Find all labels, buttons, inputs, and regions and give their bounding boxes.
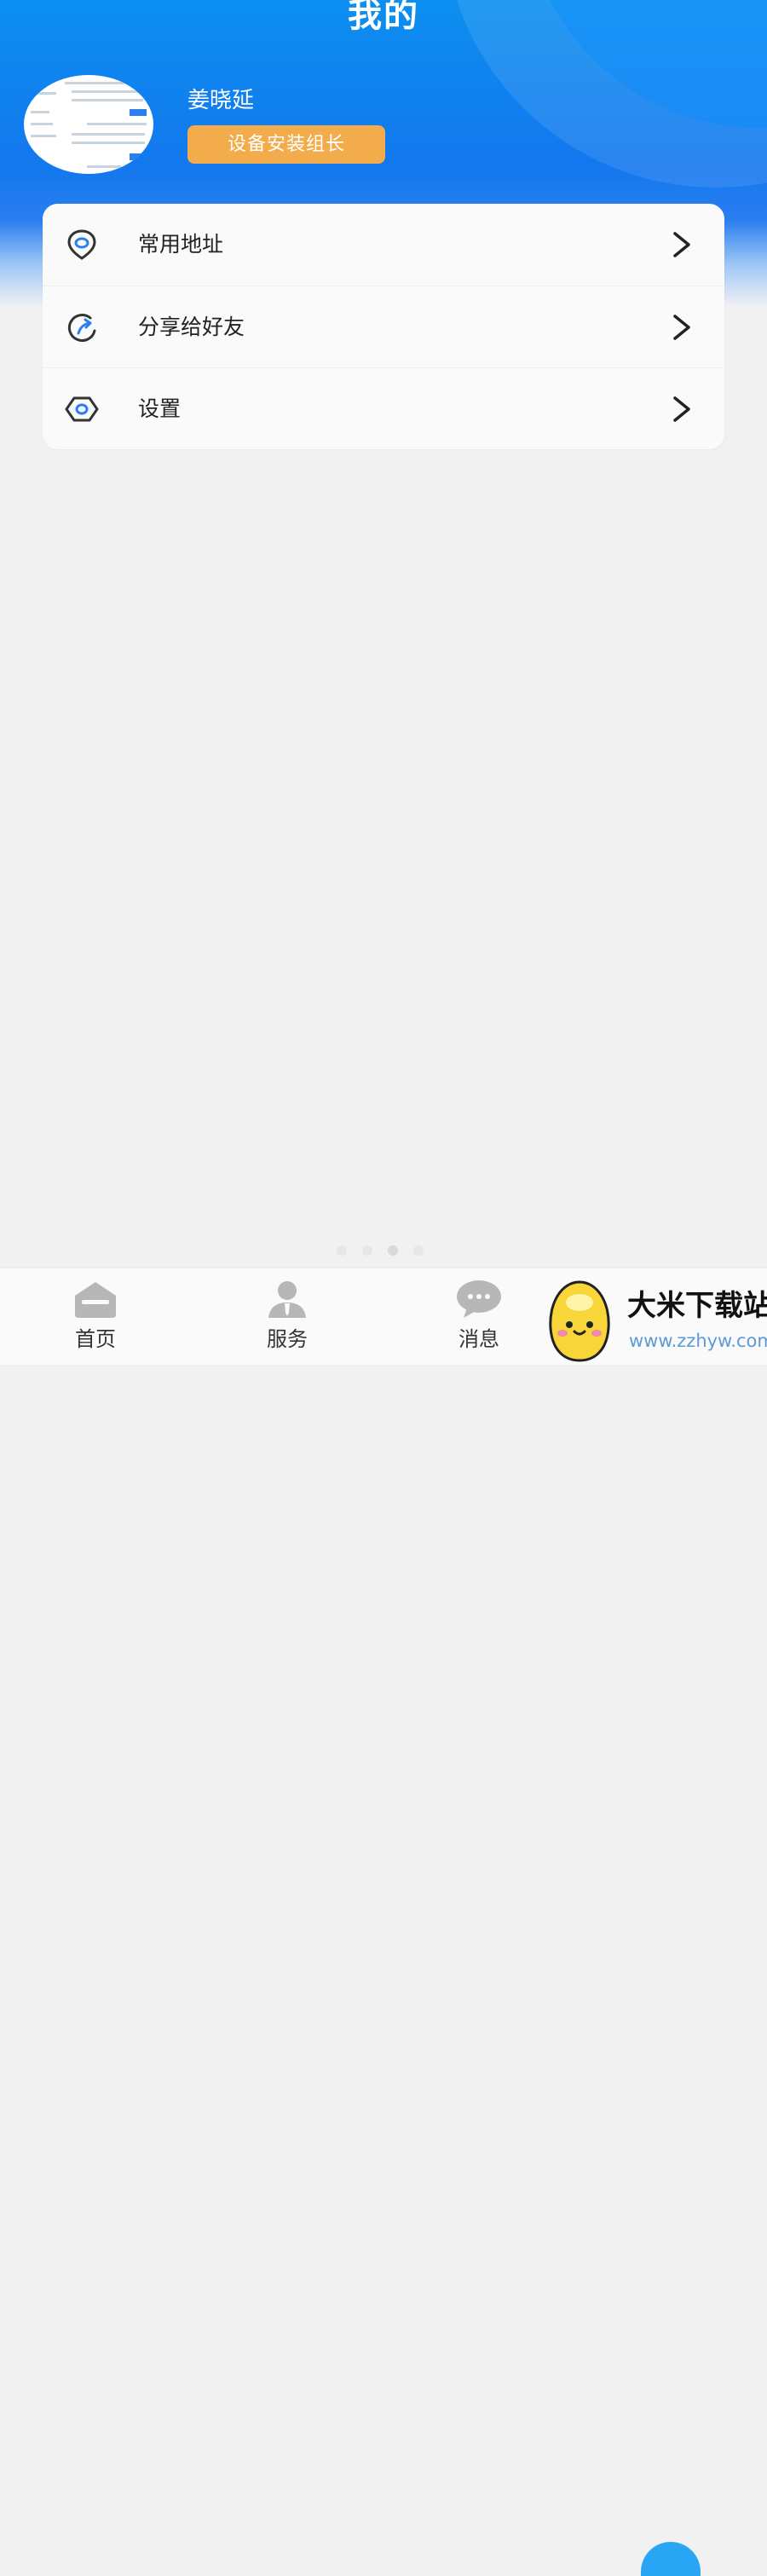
message-icon xyxy=(457,1280,501,1318)
menu-item-label: 常用地址 xyxy=(138,232,224,257)
menu-item-label: 设置 xyxy=(138,396,182,421)
home-icon xyxy=(75,1282,116,1318)
tab-label: 首页 xyxy=(75,1327,116,1351)
menu-item-share[interactable]: 分享给好友 xyxy=(43,286,724,368)
menu-item-common-address[interactable]: 常用地址 xyxy=(43,204,724,286)
chevron-right-icon xyxy=(673,396,690,422)
tab-messages[interactable]: 消息 xyxy=(428,1268,530,1365)
tab-label: 消息 xyxy=(458,1327,499,1351)
chevron-right-icon xyxy=(673,315,690,340)
page-title: 我的 xyxy=(348,0,419,35)
tab-label: 服务 xyxy=(267,1327,308,1351)
menu-item-settings[interactable]: 设置 xyxy=(43,367,724,449)
location-pin-icon xyxy=(67,229,96,260)
watermark-url: www.zzhyw.com xyxy=(629,1331,767,1351)
menu-card: 常用地址 分享给好友 设置 xyxy=(43,204,724,449)
tab-home[interactable]: 首页 xyxy=(44,1268,147,1365)
rice-mascot-icon xyxy=(549,1280,610,1362)
page-indicator xyxy=(337,1245,439,1256)
menu-item-label: 分享给好友 xyxy=(138,315,245,339)
watermark-title: 大米下载站 xyxy=(627,1289,767,1323)
share-icon xyxy=(67,314,96,342)
settings-icon xyxy=(65,396,99,422)
role-badge: 设备安装组长 xyxy=(187,125,385,164)
watermark: 大米下载站 www.zzhyw.com xyxy=(545,1279,767,1364)
user-name: 姜晓延 xyxy=(187,88,255,113)
avatar[interactable] xyxy=(24,75,153,174)
service-person-icon xyxy=(268,1281,306,1318)
tab-service[interactable]: 服务 xyxy=(236,1268,338,1365)
chevron-right-icon xyxy=(673,232,690,257)
floating-action-button[interactable] xyxy=(641,2542,701,2576)
